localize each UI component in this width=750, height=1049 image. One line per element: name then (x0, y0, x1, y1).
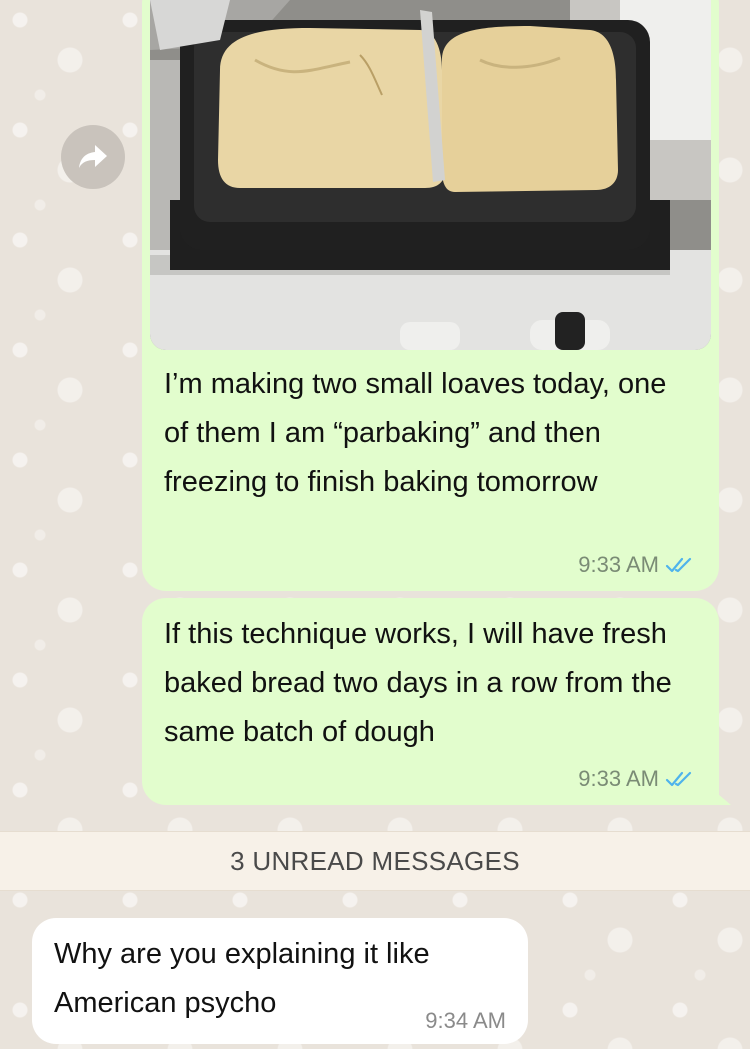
outgoing-message-bubble[interactable]: If this technique works, I will have fre… (142, 598, 731, 805)
forward-arrow-icon (79, 145, 107, 168)
message-text: I’m making two small loaves today, one o… (164, 368, 667, 498)
message-time: 9:33 AM (578, 552, 659, 577)
double-check-icon (665, 557, 692, 573)
incoming-message-bubble[interactable]: Why are you explaining it like American … (32, 918, 528, 1044)
forward-button[interactable] (61, 125, 125, 189)
message-time: 9:34 AM (425, 1008, 506, 1033)
message-meta: 9:33 AM (578, 552, 695, 578)
message-time: 9:33 AM (578, 766, 659, 791)
double-check-icon (665, 771, 692, 787)
outgoing-message-bubble[interactable]: I’m making two small loaves today, one o… (142, 0, 719, 591)
unread-messages-divider: 3 UNREAD MESSAGES (0, 831, 750, 891)
bread-loaves-photo[interactable] (150, 0, 711, 350)
message-meta: 9:33 AM (578, 766, 695, 792)
message-text: If this technique works, I will have fre… (164, 618, 672, 748)
message-meta: 9:34 AM (425, 1008, 506, 1034)
